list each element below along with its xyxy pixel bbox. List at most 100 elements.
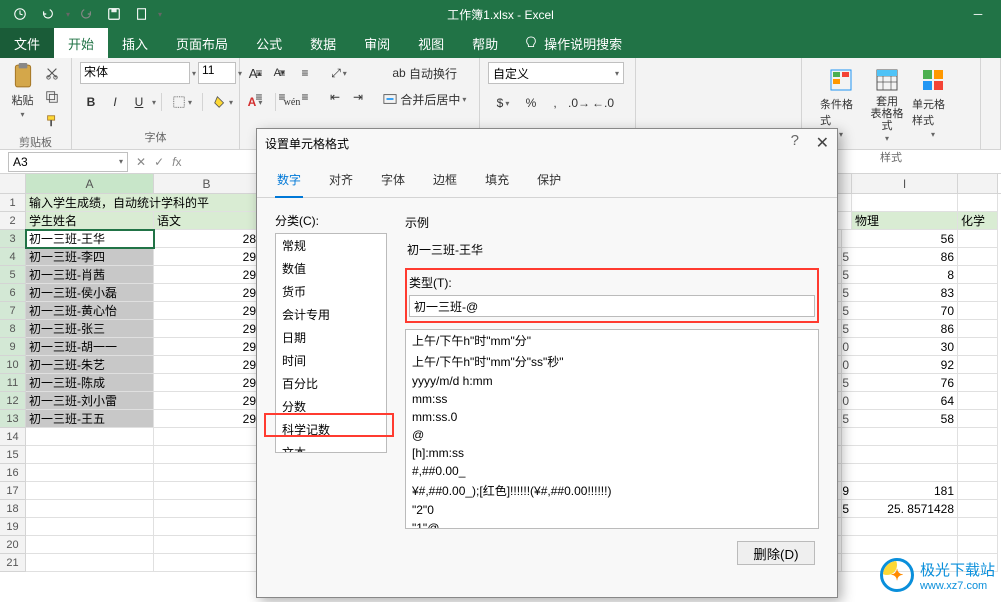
row-header[interactable]: 12: [0, 392, 26, 410]
cell-i[interactable]: 86: [852, 248, 958, 266]
cell-name[interactable]: 初一三班-陈成: [26, 374, 154, 392]
row-header[interactable]: 10: [0, 356, 26, 374]
align-center[interactable]: ≡: [271, 86, 293, 108]
cell-b[interactable]: 29: [154, 284, 260, 302]
format-item[interactable]: 上午/下午h"时"mm"分"ss"秒": [406, 351, 818, 372]
cell-i[interactable]: 83: [852, 284, 958, 302]
category-item[interactable]: 分数: [276, 395, 386, 418]
comma-button[interactable]: ,: [544, 92, 566, 114]
cell-i[interactable]: 92: [852, 356, 958, 374]
percent-button[interactable]: %: [520, 92, 542, 114]
row-header[interactable]: 18: [0, 500, 26, 518]
tab-data[interactable]: 数据: [296, 28, 350, 58]
type-input[interactable]: [409, 295, 815, 317]
category-item[interactable]: 日期: [276, 326, 386, 349]
cell-styles-button[interactable]: 单元格样式▾: [912, 66, 954, 139]
cut-button[interactable]: [41, 62, 63, 84]
dlg-tab-align[interactable]: 对齐: [327, 167, 355, 197]
align-bottom[interactable]: ≡: [294, 62, 316, 84]
wrap-text-button[interactable]: ab 自动换行: [379, 62, 470, 84]
format-item[interactable]: mm:ss.0: [406, 408, 818, 426]
row-header[interactable]: 17: [0, 482, 26, 500]
category-item[interactable]: 百分比: [276, 372, 386, 395]
tab-home[interactable]: 开始: [54, 28, 108, 58]
cell-b[interactable]: 29: [154, 356, 260, 374]
format-item[interactable]: @: [406, 426, 818, 444]
font-color-button[interactable]: A: [240, 91, 270, 113]
dlg-tab-font[interactable]: 字体: [379, 167, 407, 197]
col-header-I[interactable]: I: [852, 174, 958, 193]
row-header[interactable]: 4: [0, 248, 26, 266]
number-format-combo[interactable]: 自定义▾: [488, 62, 624, 84]
format-painter-button[interactable]: [41, 110, 63, 132]
category-item[interactable]: 货币: [276, 280, 386, 303]
tab-help[interactable]: 帮助: [458, 28, 512, 58]
row-header[interactable]: 15: [0, 446, 26, 464]
name-box[interactable]: A3▾: [8, 152, 128, 172]
title-cell[interactable]: 输入学生成绩，自动统计学科的平: [26, 194, 260, 212]
cell-b[interactable]: 29: [154, 320, 260, 338]
cell-name[interactable]: 初一三班-张三: [26, 320, 154, 338]
cell-b[interactable]: 28: [154, 230, 260, 248]
row-header[interactable]: 11: [0, 374, 26, 392]
row-header[interactable]: 8: [0, 320, 26, 338]
fx-icon[interactable]: fx: [172, 155, 181, 169]
select-all-corner[interactable]: [0, 174, 26, 193]
dec-decimal-button[interactable]: ←.0: [592, 92, 614, 114]
row-header[interactable]: 20: [0, 536, 26, 554]
tab-review[interactable]: 审阅: [350, 28, 404, 58]
cell-b[interactable]: 29: [154, 248, 260, 266]
cell-name[interactable]: 初一三班-刘小雷: [26, 392, 154, 410]
cell-name[interactable]: 初一三班-王五: [26, 410, 154, 428]
row-header[interactable]: 5: [0, 266, 26, 284]
align-top[interactable]: ≡: [248, 62, 270, 84]
fill-color-button[interactable]: [208, 91, 238, 113]
dlg-tab-protect[interactable]: 保护: [535, 167, 563, 197]
cell-name[interactable]: 初一三班-肖茜: [26, 266, 154, 284]
cell-name[interactable]: 初一三班-李四: [26, 248, 154, 266]
row-header[interactable]: 6: [0, 284, 26, 302]
cell-i[interactable]: 56: [852, 230, 958, 248]
category-item[interactable]: 会计专用: [276, 303, 386, 326]
cell-name[interactable]: 初一三班-黄心怡: [26, 302, 154, 320]
format-item[interactable]: ¥#,##0.00_);[红色]!!!!!!(¥#,##0.00!!!!!!): [406, 480, 818, 501]
indent-dec[interactable]: ⇤: [324, 86, 346, 108]
cell-i[interactable]: 30: [852, 338, 958, 356]
category-item[interactable]: 数值: [276, 257, 386, 280]
col-header-last[interactable]: [958, 174, 998, 193]
row-header[interactable]: 14: [0, 428, 26, 446]
col-label-last[interactable]: 化学: [958, 212, 998, 230]
format-listbox[interactable]: 上午/下午h"时"mm"分"上午/下午h"时"mm"分"ss"秒"yyyy/m/…: [405, 329, 819, 529]
undo-more[interactable]: ▾: [66, 10, 70, 19]
format-item[interactable]: yyyy/m/d h:mm: [406, 372, 818, 390]
cell-name[interactable]: 初一三班-侯小磊: [26, 284, 154, 302]
cell-b[interactable]: 29: [154, 410, 260, 428]
cell-b[interactable]: 29: [154, 302, 260, 320]
category-item[interactable]: 科学记数: [276, 418, 386, 441]
minimize-button[interactable]: ─: [955, 0, 1001, 28]
doc-icon[interactable]: [130, 3, 154, 25]
italic-button[interactable]: I: [104, 91, 126, 113]
currency-button[interactable]: $: [488, 92, 518, 114]
col-header-B[interactable]: B: [154, 174, 260, 193]
format-as-table-button[interactable]: 套用 表格格式▾: [866, 66, 908, 143]
row-header[interactable]: 2: [0, 212, 26, 230]
tab-formulas[interactable]: 公式: [242, 28, 296, 58]
tab-file[interactable]: 文件: [0, 28, 54, 58]
undo-icon[interactable]: [36, 3, 60, 25]
format-item[interactable]: mm:ss: [406, 390, 818, 408]
copy-button[interactable]: [41, 86, 63, 108]
delete-button[interactable]: 删除(D): [737, 541, 815, 565]
dialog-help-icon[interactable]: ?: [791, 132, 799, 149]
cell-b[interactable]: 29: [154, 338, 260, 356]
align-middle[interactable]: ≡: [271, 62, 293, 84]
format-item[interactable]: "1"@: [406, 519, 818, 529]
cancel-formula-icon[interactable]: ✕: [136, 155, 146, 169]
cell-i[interactable]: 70: [852, 302, 958, 320]
tell-me-search[interactable]: 操作说明搜索: [524, 34, 622, 53]
paste-button[interactable]: 粘贴 ▾: [8, 62, 37, 119]
format-item[interactable]: "2"0: [406, 501, 818, 519]
row-header[interactable]: 3: [0, 230, 26, 248]
category-listbox[interactable]: 常规数值货币会计专用日期时间百分比分数科学记数文本特殊自定义: [275, 233, 387, 453]
border-button[interactable]: [167, 91, 197, 113]
